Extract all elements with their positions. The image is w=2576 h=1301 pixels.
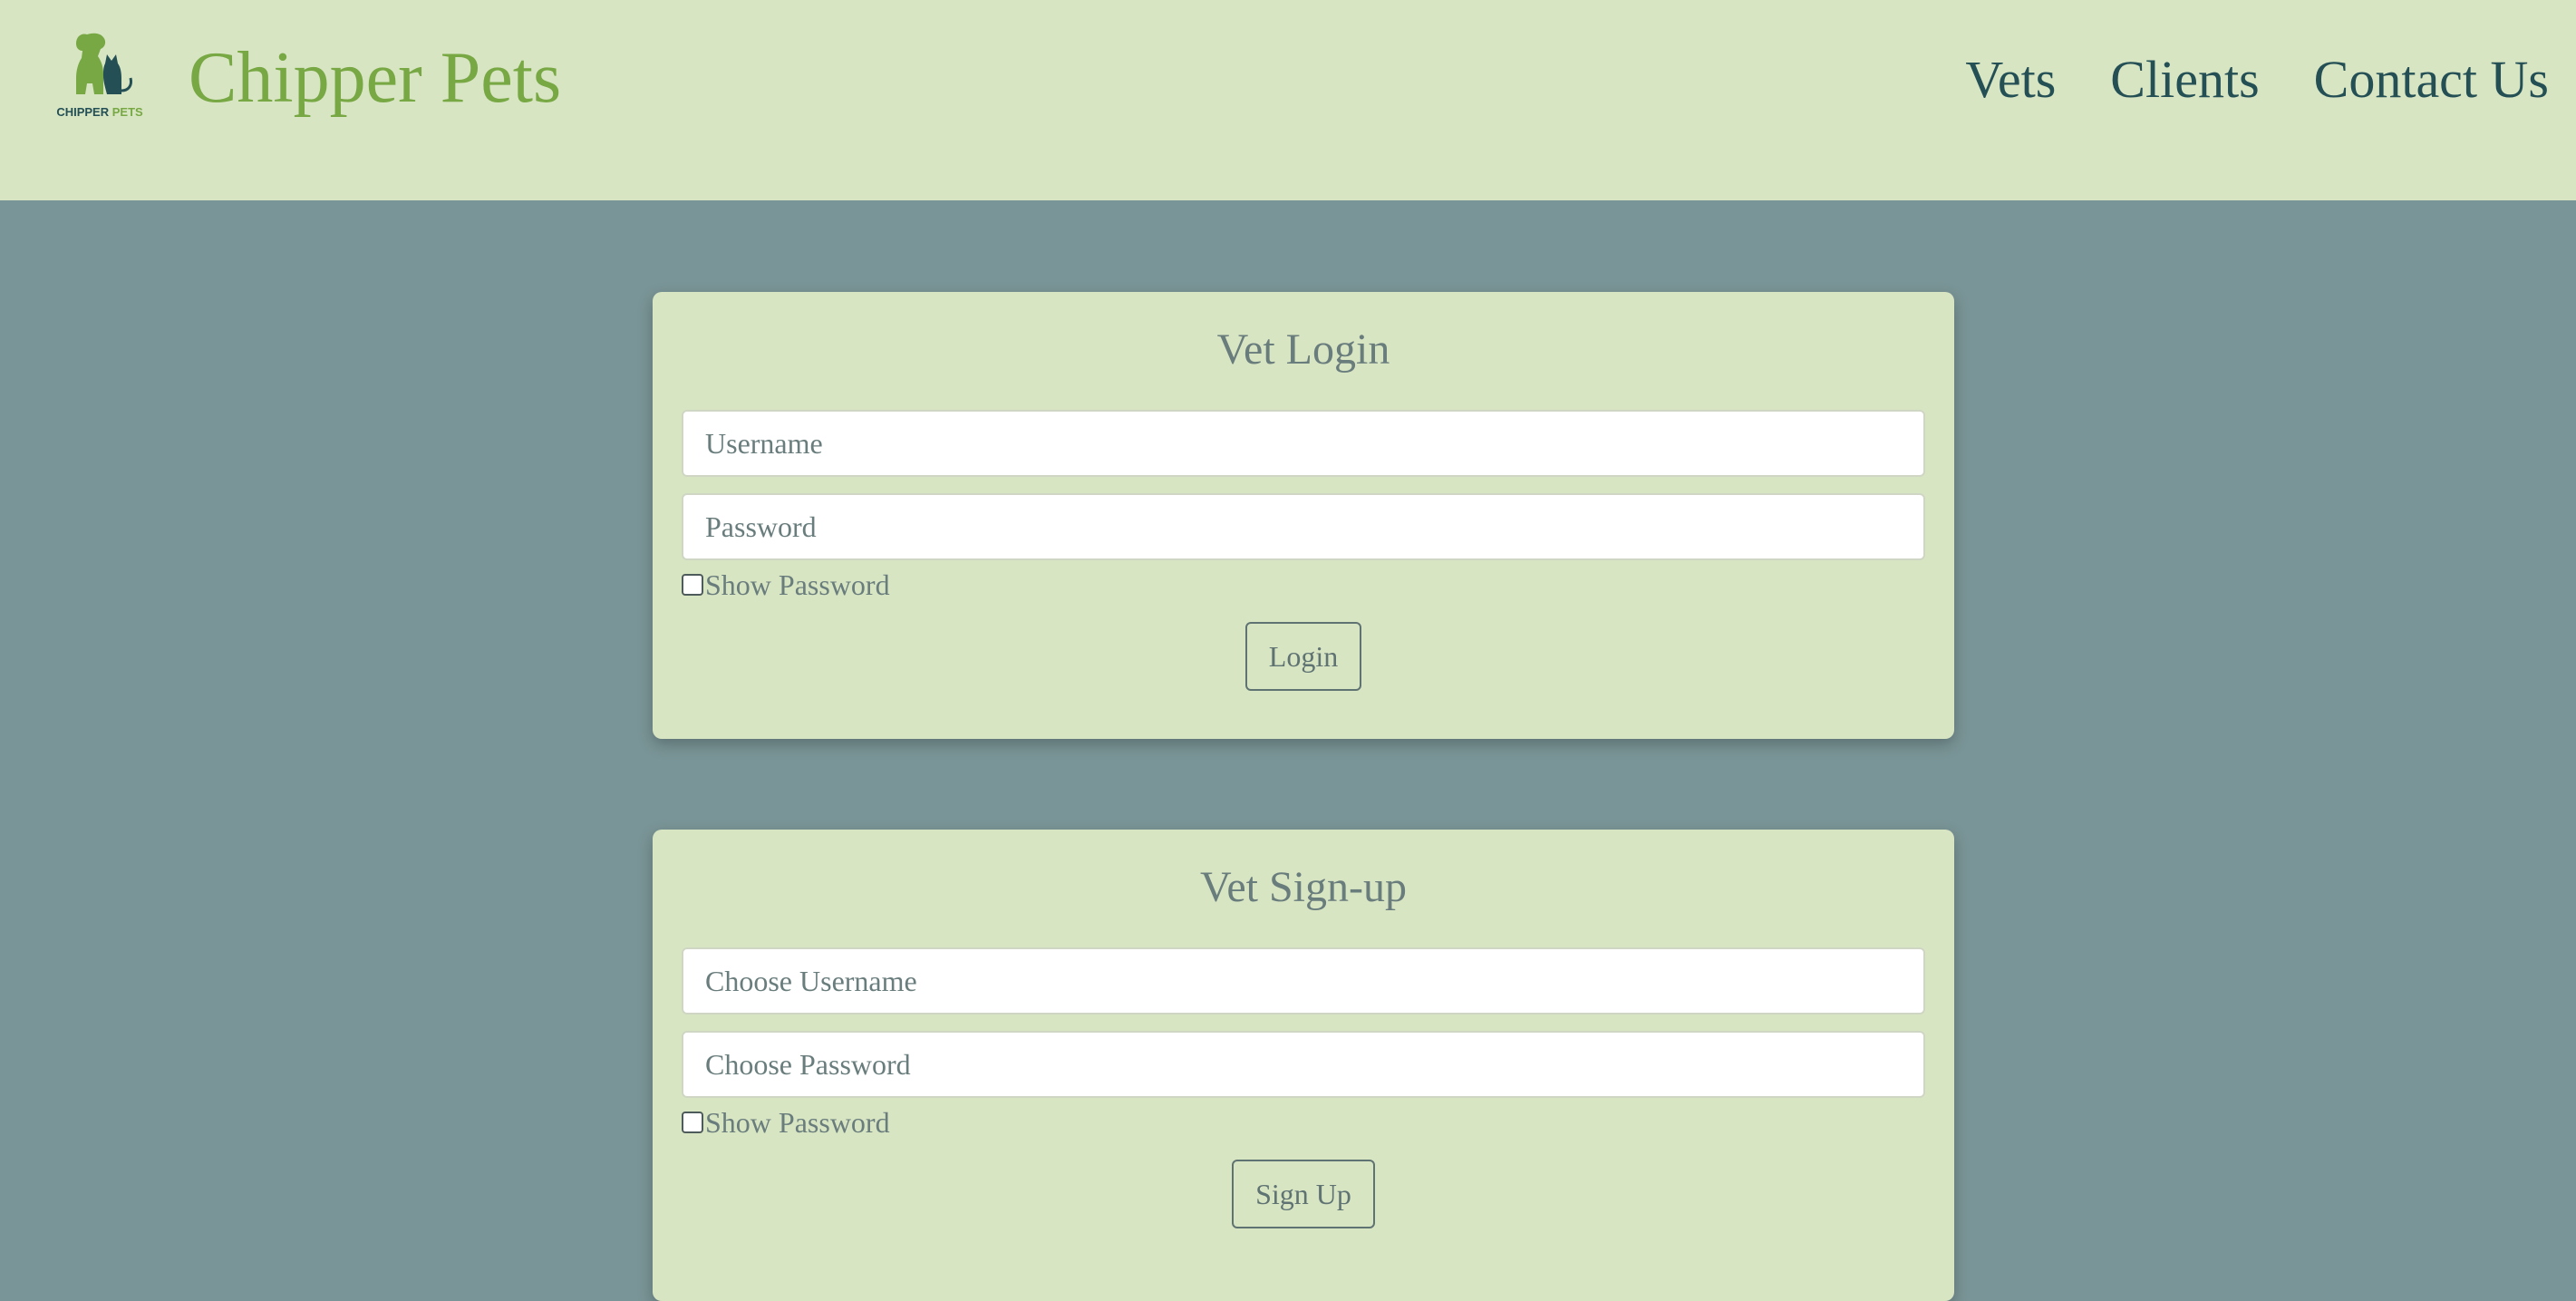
main-nav: Vets Clients Contact Us bbox=[1965, 45, 2549, 114]
signup-button[interactable]: Sign Up bbox=[1232, 1160, 1375, 1228]
login-username-input[interactable] bbox=[682, 410, 1925, 477]
nav-link-clients[interactable]: Clients bbox=[2110, 45, 2259, 114]
login-button[interactable]: Login bbox=[1244, 622, 1362, 691]
site-header: CHIPPER PETS Chipper Pets Vets Clients C… bbox=[0, 0, 2576, 200]
login-show-password-label[interactable]: Show Password bbox=[705, 567, 890, 603]
signup-show-password-checkbox[interactable] bbox=[682, 1112, 703, 1133]
login-show-password-row: Show Password bbox=[682, 566, 1925, 604]
logo-text: CHIPPER PETS bbox=[56, 105, 143, 119]
nav-link-vets[interactable]: Vets bbox=[1965, 45, 2056, 114]
nav-link-contact-us[interactable]: Contact Us bbox=[2314, 45, 2549, 114]
vet-login-card: Vet Login Show Password Login bbox=[653, 292, 1954, 739]
signup-password-input[interactable] bbox=[682, 1031, 1925, 1098]
login-password-input[interactable] bbox=[682, 493, 1925, 560]
vet-signup-card: Vet Sign-up Show Password Sign Up bbox=[653, 830, 1954, 1301]
vet-signup-title: Vet Sign-up bbox=[1200, 863, 1407, 911]
signup-show-password-row: Show Password bbox=[682, 1103, 1925, 1141]
signup-show-password-label[interactable]: Show Password bbox=[705, 1104, 890, 1141]
chipper-pets-logo[interactable]: CHIPPER PETS bbox=[51, 27, 149, 121]
signup-username-input[interactable] bbox=[682, 947, 1925, 1015]
dog-and-cat-logo-icon: CHIPPER PETS bbox=[56, 33, 143, 119]
brand-title[interactable]: Chipper Pets bbox=[189, 34, 561, 121]
login-show-password-checkbox[interactable] bbox=[682, 574, 703, 596]
vet-login-title: Vet Login bbox=[1216, 325, 1390, 374]
